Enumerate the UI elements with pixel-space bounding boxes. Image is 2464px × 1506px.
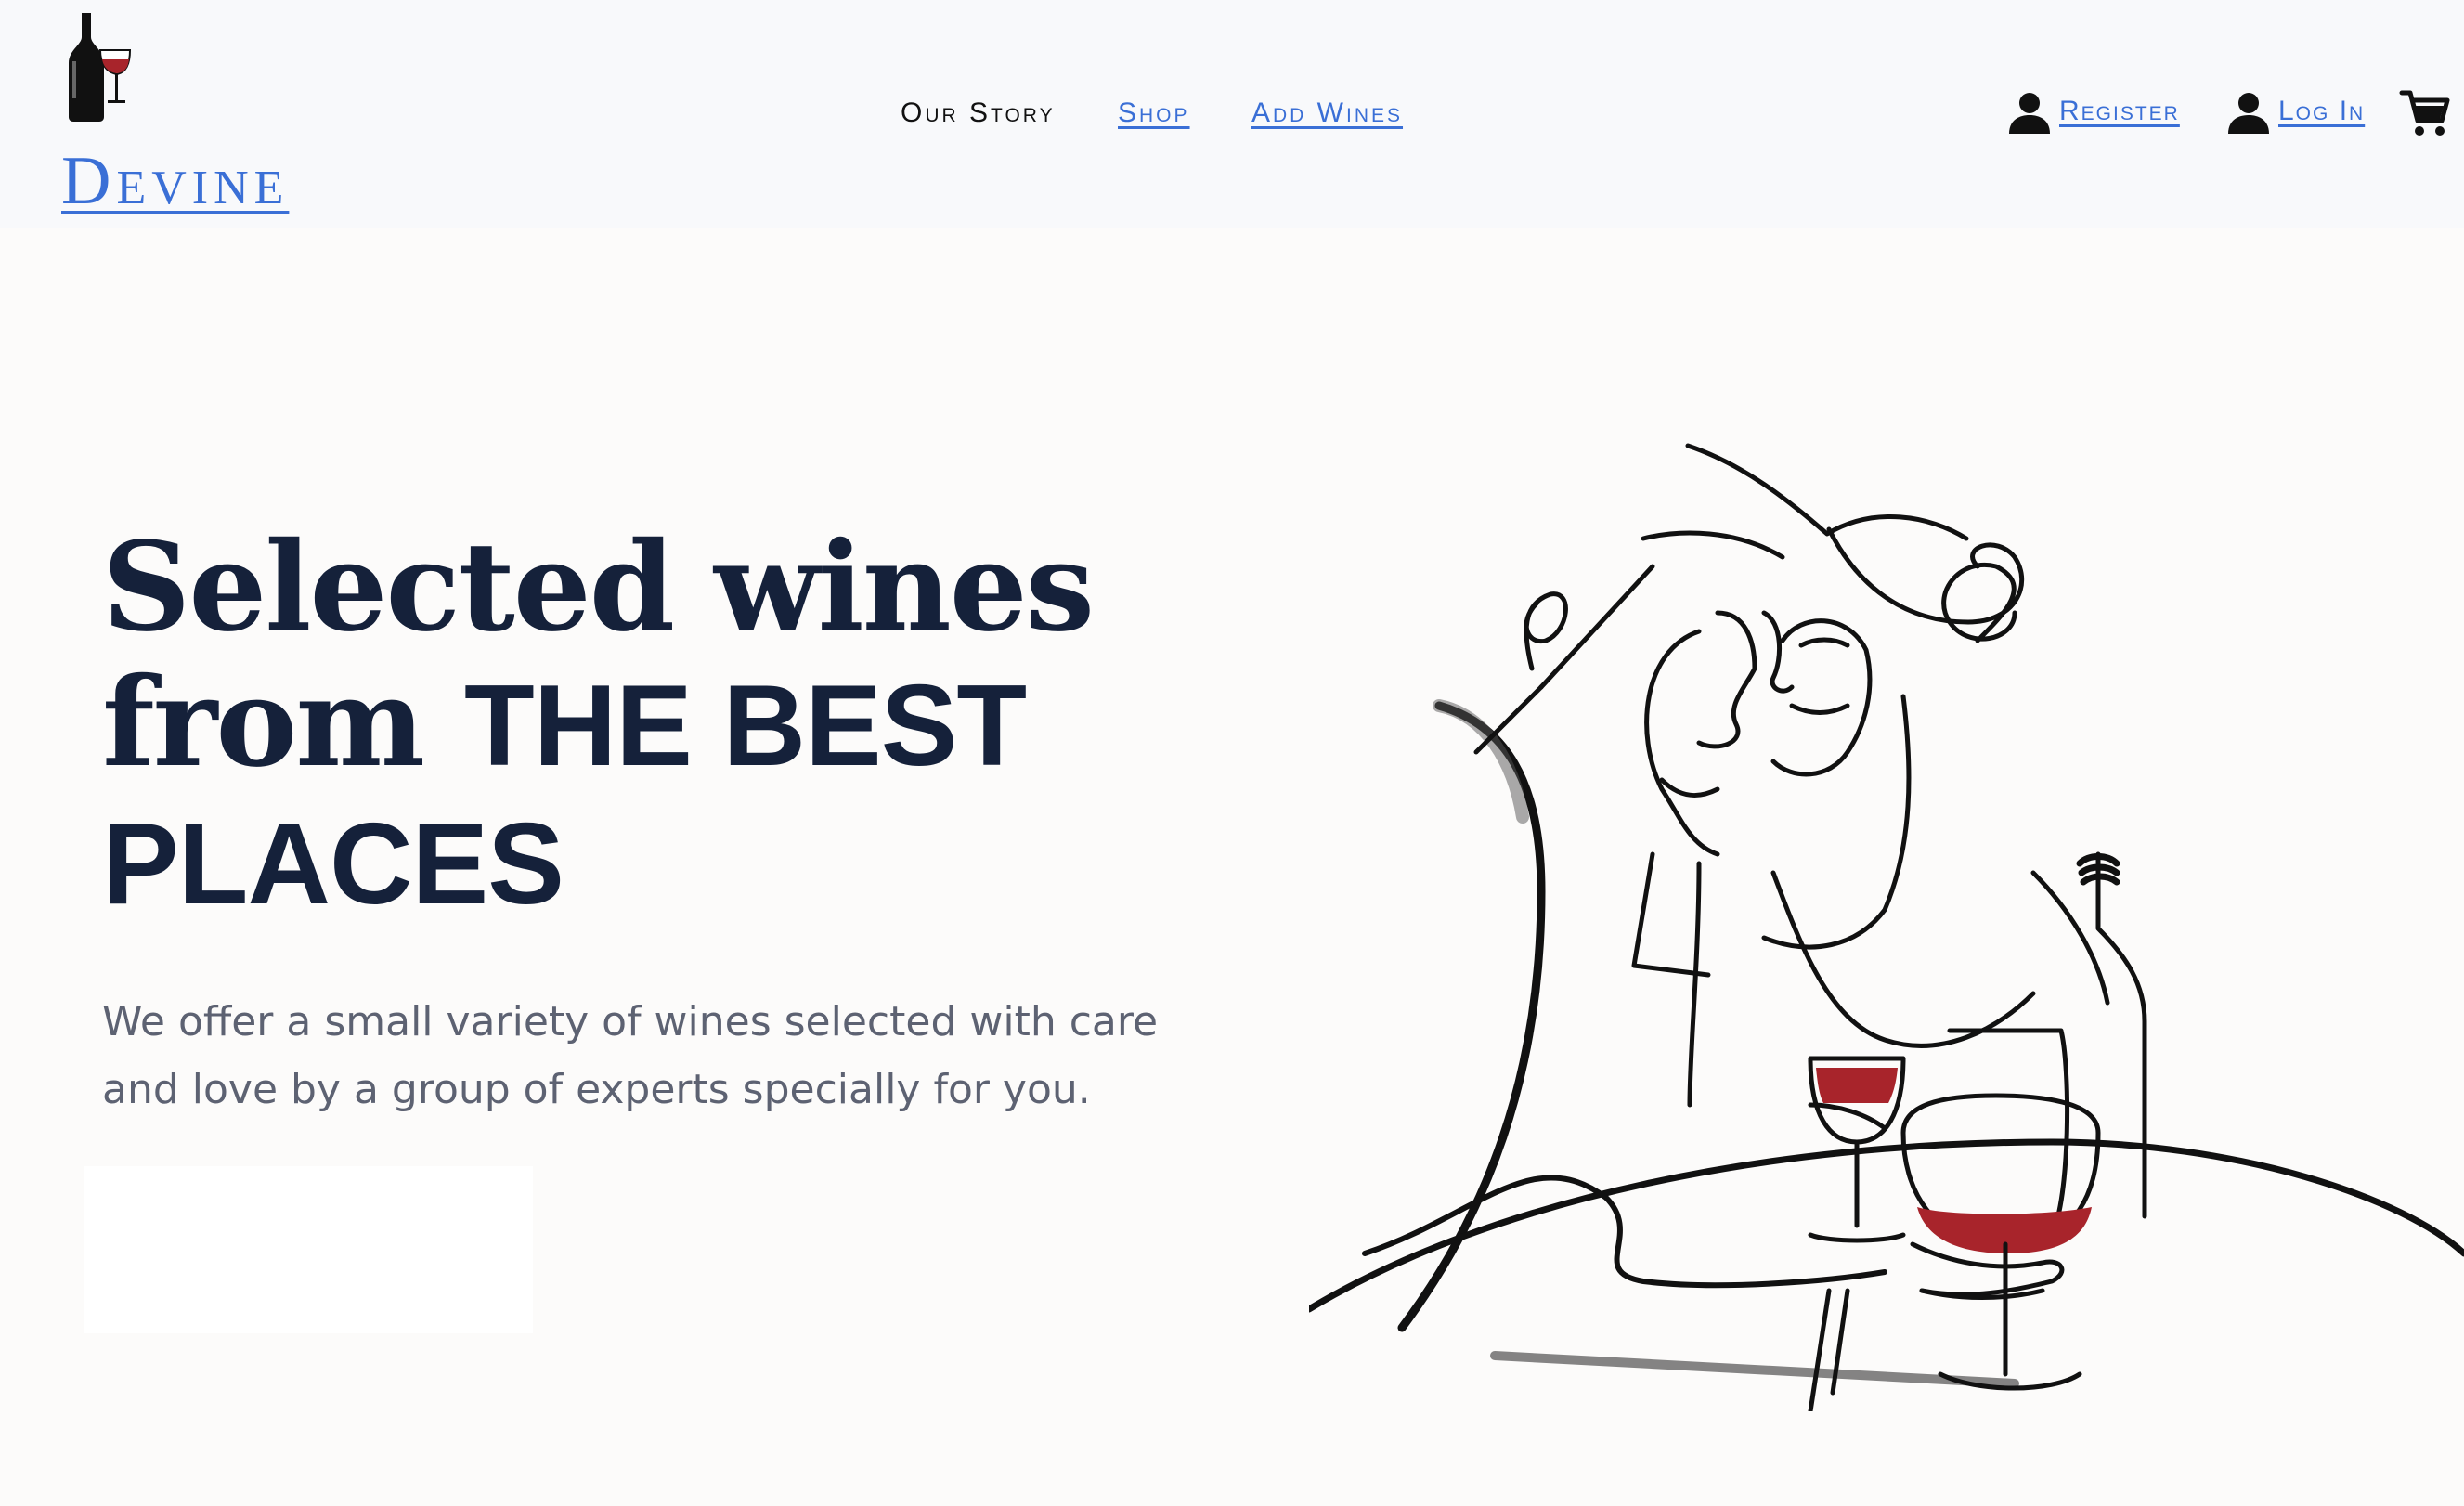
hero-title-from: from (102, 651, 464, 795)
register-link[interactable]: Register (2007, 89, 2193, 136)
hero-cta-button[interactable] (84, 1166, 533, 1333)
cart-icon[interactable] (2399, 87, 2451, 139)
hero-subtitle-line1: We offer a small variety of wines select… (102, 998, 1159, 1045)
hero-title-emph1: THE BEST (464, 662, 1027, 790)
hero-subtitle: We offer a small variety of wines select… (102, 988, 1216, 1123)
page: Devine Our Story Shop Add Wines Register… (0, 0, 2464, 1506)
nav-our-story[interactable]: Our Story (901, 97, 1056, 130)
nav-shop[interactable]: Shop (1118, 97, 1190, 130)
user-icon (2009, 93, 2050, 134)
nav-add-wines[interactable]: Add Wines (1251, 97, 1403, 130)
login-link[interactable]: Log In (2226, 89, 2375, 136)
login-label[interactable]: Log In (2278, 95, 2365, 128)
woman-with-wine-illustration (1309, 443, 2464, 1411)
hero-title: Selected wines from THE BEST PLACES (102, 520, 1123, 932)
user-icon (2228, 93, 2269, 134)
hero-title-emph2: PLACES (102, 800, 564, 928)
wine-bottle-glass-icon (69, 13, 132, 122)
brand-name[interactable]: Devine (61, 147, 289, 215)
site-header: Devine Our Story Shop Add Wines Register… (0, 0, 2464, 228)
logo-home-link[interactable]: Devine (61, 11, 340, 215)
hero-title-line1: Selected wines (102, 515, 1095, 659)
hero-subtitle-line2: and love by a group of experts specially… (102, 1066, 1091, 1113)
register-label[interactable]: Register (2059, 95, 2180, 128)
